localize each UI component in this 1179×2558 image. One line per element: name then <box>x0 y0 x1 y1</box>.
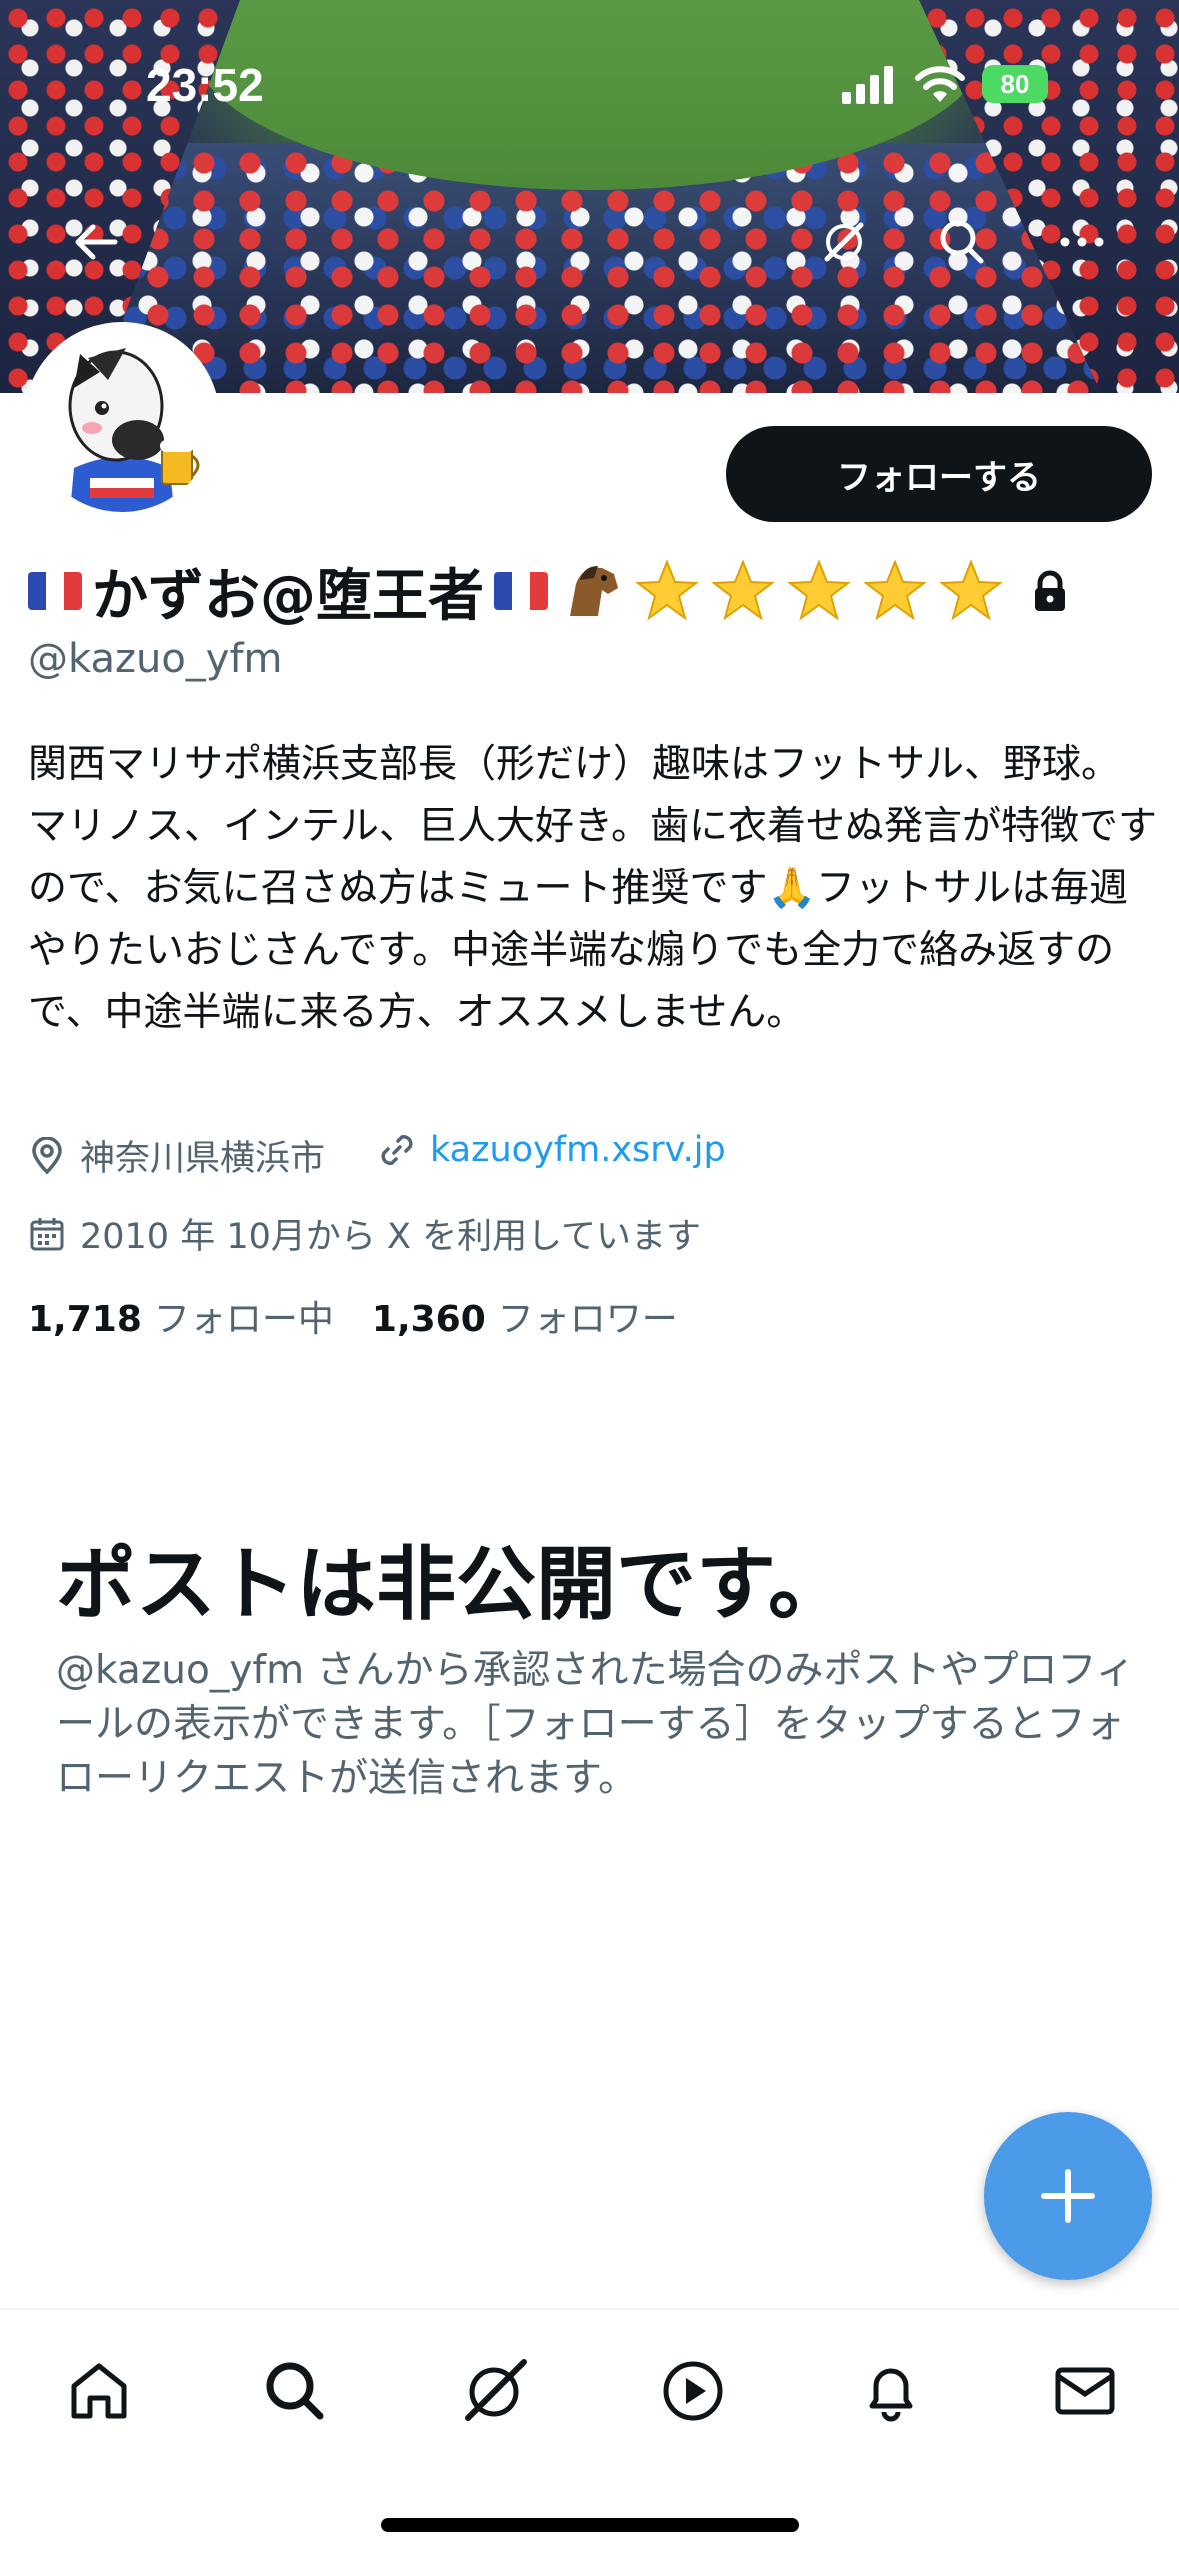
more-icon <box>1060 237 1104 247</box>
private-posts-description: @kazuo_yfm さんから承認された場合のみポストやプロフィールの表示ができ… <box>56 1648 1135 1801</box>
followers-count-link[interactable]: 1,360 フォロワー <box>372 1290 678 1342</box>
video-play-icon <box>663 2361 723 2421</box>
nav-home[interactable] <box>54 2346 144 2436</box>
star-emoji-icon <box>939 559 1003 621</box>
display-name: かずお@堕王者 <box>92 563 484 629</box>
home-indicator <box>381 2518 799 2532</box>
more-button[interactable] <box>1046 206 1118 278</box>
france-flag-icon <box>28 572 82 610</box>
horse-mascot-avatar-image <box>30 328 214 512</box>
joined-row: 2010 年 10月から X を利用しています <box>28 1208 701 1259</box>
display-name-row: かずお@堕王者 <box>28 556 1072 629</box>
search-icon <box>940 220 984 264</box>
france-flag-icon <box>494 572 548 610</box>
horse-emoji-icon <box>570 566 618 616</box>
home-icon <box>71 2363 127 2419</box>
private-posts-title: ポストは非公開です。 <box>56 1538 848 1631</box>
cellular-signal-icon <box>842 66 893 104</box>
status-icons: 80 <box>840 62 1048 106</box>
star-emoji-icon <box>863 559 927 621</box>
bio: 関西マリサポ横浜支部長（形だけ）趣味はフットサル、野球。マリノス、インテル、巨人… <box>28 742 1158 1035</box>
nav-grok[interactable] <box>450 2346 540 2436</box>
grok-icon <box>824 222 864 262</box>
following-count-link[interactable]: 1,718 フォロー中 <box>28 1290 334 1342</box>
back-button[interactable] <box>60 206 132 278</box>
lock-icon <box>1035 570 1065 611</box>
star-emoji-icon <box>711 559 775 621</box>
handle: @kazuo_yfm <box>28 636 283 682</box>
followers-count: 1,360 <box>371 1299 486 1340</box>
joined-text: 2010 年 10月から X を利用しています <box>80 1217 702 1257</box>
search-button[interactable] <box>926 206 998 278</box>
nav-messages[interactable] <box>1040 2346 1130 2436</box>
followers-label: フォロワー <box>497 1299 678 1340</box>
messages-envelope-icon <box>1055 2367 1115 2415</box>
calendar-icon <box>30 1217 64 1250</box>
star-emoji-icon <box>635 559 699 621</box>
follow-counts: 1,718 フォロー中 1,360 フォロワー <box>28 1290 678 1342</box>
battery-indicator: 80 <box>982 65 1048 103</box>
grok-button[interactable] <box>808 206 880 278</box>
plus-icon <box>1041 2169 1095 2223</box>
link-icon <box>381 1135 413 1165</box>
follow-button[interactable]: フォローする <box>726 426 1152 522</box>
battery-level: 80 <box>1000 68 1030 99</box>
following-count: 1,718 <box>28 1299 142 1340</box>
website-row[interactable]: kazuoyfm.xsrv.jp <box>378 1130 726 1170</box>
search-icon <box>266 2362 324 2420</box>
nav-video[interactable] <box>648 2346 738 2436</box>
website-link[interactable]: kazuoyfm.xsrv.jp <box>430 1130 726 1170</box>
nav-notifications[interactable] <box>846 2346 936 2436</box>
grok-icon <box>465 2359 527 2421</box>
wifi-icon <box>915 66 965 102</box>
compose-post-button[interactable] <box>984 2112 1152 2280</box>
location-text: 神奈川県横浜市 <box>80 1139 326 1179</box>
nav-explore[interactable] <box>250 2346 340 2436</box>
notifications-bell-icon <box>869 2368 913 2422</box>
location-pin-icon <box>32 1136 62 1174</box>
star-emoji-icon <box>787 559 851 621</box>
back-arrow-icon <box>75 224 118 260</box>
avatar[interactable] <box>24 322 220 518</box>
following-label: フォロー中 <box>153 1299 334 1340</box>
location-row: 神奈川県横浜市 <box>28 1130 325 1181</box>
status-time: 23:52 <box>146 59 264 111</box>
